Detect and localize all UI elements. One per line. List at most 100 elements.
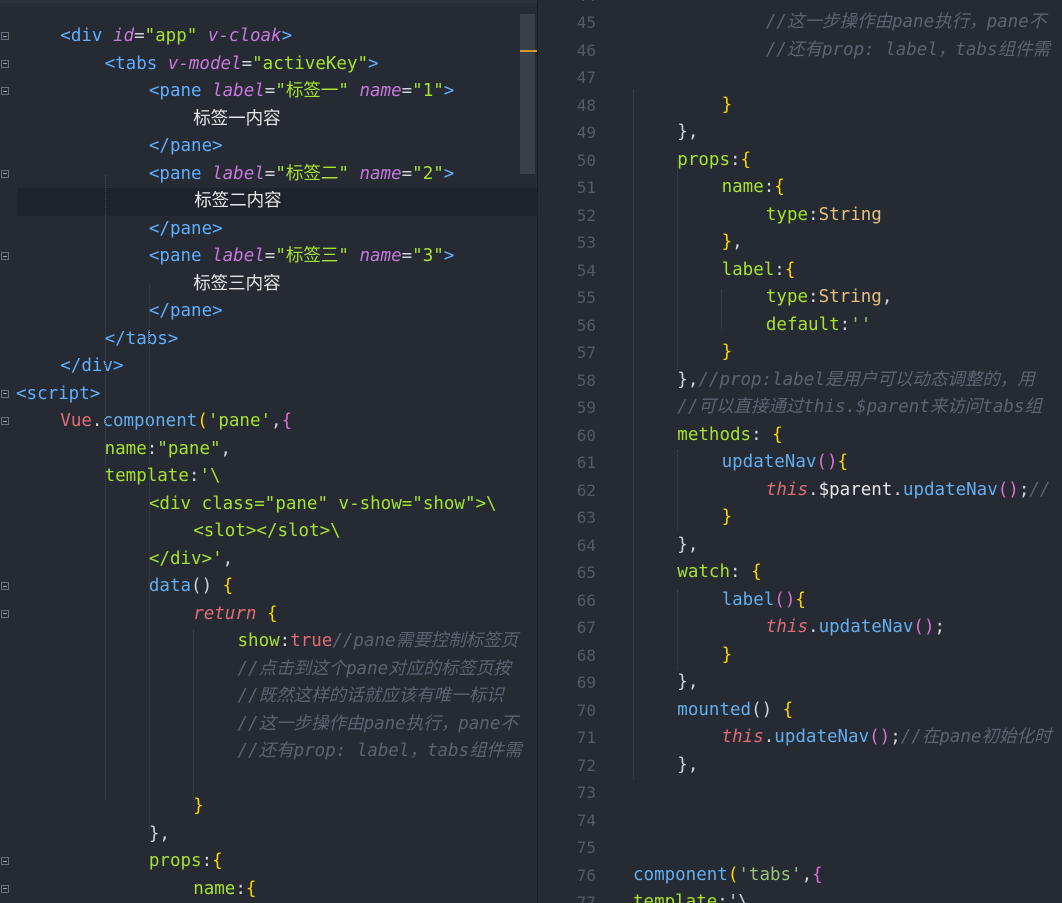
code-line[interactable]: 73 [538, 779, 1062, 807]
code-line[interactable]: 44 [538, 0, 1062, 10]
code-line[interactable]: 77 template:'\ [538, 889, 1062, 903]
code-line[interactable]: <script> [0, 381, 537, 409]
code-line[interactable]: 50 props:{ [538, 147, 1062, 175]
code-line[interactable]: </pane> [0, 298, 537, 326]
code-line[interactable]: </tabs> [0, 326, 537, 354]
right-editor-pane[interactable]: 45 //这一步操作由pane执行，pane不 46 //还有prop: label，… [538, 0, 1062, 903]
code-line[interactable]: 48} [538, 92, 1062, 120]
fold-toggle-icon[interactable] [1, 884, 9, 893]
code-line[interactable]: </div> [0, 353, 537, 381]
code-text: name:{ [722, 174, 785, 202]
code-line[interactable]: //还有prop: label，tabs组件需 [0, 738, 537, 766]
code-line[interactable]: //这一步操作由pane执行，pane不 [0, 711, 537, 739]
indent-guide [677, 450, 678, 530]
code-line[interactable]: 57} [538, 339, 1062, 367]
code-line[interactable]: 64}, [538, 532, 1062, 560]
code-text: <script> [16, 381, 100, 409]
code-line[interactable]: 47 [538, 64, 1062, 92]
indent-guide [721, 290, 722, 330]
code-token: { [751, 562, 762, 582]
code-line[interactable]: 74 [538, 807, 1062, 835]
code-line[interactable]: 68} [538, 642, 1062, 670]
code-line[interactable]: 58},//prop:label是用户可以动态调整的，用 [538, 367, 1062, 395]
code-line[interactable]: 61 updateNav(){ [538, 449, 1062, 477]
code-line[interactable] [0, 766, 537, 794]
code-token: label [721, 259, 775, 280]
code-line[interactable]: <div class="pane" v-show="show">\ [0, 491, 537, 519]
code-line[interactable]: </div>', [0, 546, 537, 574]
fold-toggle-icon[interactable] [1, 32, 9, 40]
code-token: , [801, 864, 813, 885]
line-number: 48 [576, 95, 596, 115]
code-line[interactable]: 62 this.$parent.updateNav();// [538, 477, 1062, 505]
code-line[interactable]: show:true//pane需要控制标签页 [0, 628, 537, 656]
code-line[interactable]: //点击到这个pane对应的标签页按 [0, 656, 537, 684]
code-token: data [148, 576, 192, 596]
code-token: = [134, 26, 145, 46]
code-line[interactable]: }, [0, 821, 537, 849]
line-number: 46 [576, 40, 596, 60]
code-line[interactable]: 66 label(){ [538, 587, 1062, 615]
code-line[interactable]: 63} [538, 504, 1062, 532]
code-line[interactable]: </pane> [0, 133, 537, 161]
code-line[interactable]: <tabs v-model="activeKey"> [0, 51, 537, 79]
line-number: 64 [576, 535, 596, 555]
code-line[interactable]: 52 type:String [538, 202, 1062, 230]
fold-toggle-icon[interactable] [1, 169, 9, 178]
code-line[interactable]: <pane label="标签一" name="1"> [0, 78, 537, 106]
code-line[interactable]: return { [0, 601, 537, 629]
code-line[interactable]: 标签二内容 [17, 188, 537, 216]
code-line[interactable]: 70 mounted() { [538, 697, 1062, 725]
left-scrollbar-thumb[interactable] [520, 14, 535, 174]
code-line[interactable]: 45 //这一步操作由pane执行，pane不 [538, 9, 1062, 37]
code-line[interactable]: 51 name:{ [538, 174, 1062, 202]
code-token: () [751, 699, 783, 720]
left-editor-pane[interactable]: <div id="app" v-cloak> <tabs v-model="act… [0, 0, 537, 903]
fold-toggle-icon[interactable] [1, 582, 9, 590]
code-token: = [401, 163, 413, 184]
code-line[interactable]: template:'\ [0, 463, 537, 491]
fold-toggle-icon[interactable] [1, 59, 9, 68]
code-line[interactable]: } [0, 793, 537, 821]
code-line[interactable]: 49}, [538, 119, 1062, 147]
code-line[interactable]: 75 [538, 834, 1062, 862]
code-line[interactable]: <div id="app" v-cloak> [0, 23, 537, 51]
code-line[interactable]: <slot></slot>\ [0, 518, 537, 546]
code-line[interactable]: </pane> [0, 216, 537, 244]
line-number: 51 [576, 178, 596, 197]
fold-toggle-icon[interactable] [1, 609, 9, 618]
code-line[interactable]: 65 watch: { [538, 559, 1062, 587]
code-line[interactable]: 72}, [538, 752, 1062, 780]
code-line[interactable]: 59 //可以直接通过this.$parent来访问tabs组 [538, 394, 1062, 422]
code-line[interactable]: 69}, [538, 669, 1062, 697]
code-line[interactable]: 46 //还有prop: label，tabs组件需 [538, 37, 1062, 65]
code-line[interactable]: 标签一内容 [0, 106, 537, 134]
code-line[interactable]: 标签三内容 [0, 271, 537, 299]
fold-toggle-icon[interactable] [1, 87, 9, 95]
code-line[interactable]: 54 label:{ [538, 257, 1062, 285]
fold-toggle-icon[interactable] [1, 252, 9, 260]
code-line[interactable]: 55 type:String, [538, 284, 1062, 312]
code-line[interactable]: <pane label="标签三" name="3"> [0, 243, 537, 271]
fold-toggle-icon[interactable] [1, 417, 9, 425]
code-line[interactable]: name:"pane", [0, 436, 537, 464]
code-token: "2" [412, 163, 444, 184]
code-line[interactable]: Vue.component('pane',{ [0, 408, 537, 436]
code-line[interactable]: <pane label="标签二" name="2"> [0, 161, 537, 189]
code-line[interactable]: props:{ [0, 848, 537, 876]
code-line[interactable]: 67 this.updateNav(); [538, 614, 1062, 642]
code-line[interactable]: 76 component('tabs',{ [538, 862, 1062, 890]
code-line[interactable]: 71 this.updateNav();//在pane初始化时 [538, 724, 1062, 752]
fold-toggle-icon[interactable] [1, 857, 9, 865]
code-line[interactable]: 56 default:'' [538, 312, 1062, 340]
code-line[interactable]: 53}, [538, 229, 1062, 257]
code-line[interactable]: data() { [0, 573, 537, 601]
code-token: } [193, 796, 204, 816]
fold-toggle-icon[interactable] [1, 389, 9, 398]
code-line[interactable]: name:{ [0, 876, 537, 903]
code-token: //prop:label是用户可以动态调整的，用 [698, 369, 1035, 390]
code-line[interactable]: 60 methods: { [538, 422, 1062, 450]
code-line[interactable]: //既然这样的话就应该有唯一标识 [0, 683, 537, 711]
line-number: 72 [576, 755, 596, 775]
